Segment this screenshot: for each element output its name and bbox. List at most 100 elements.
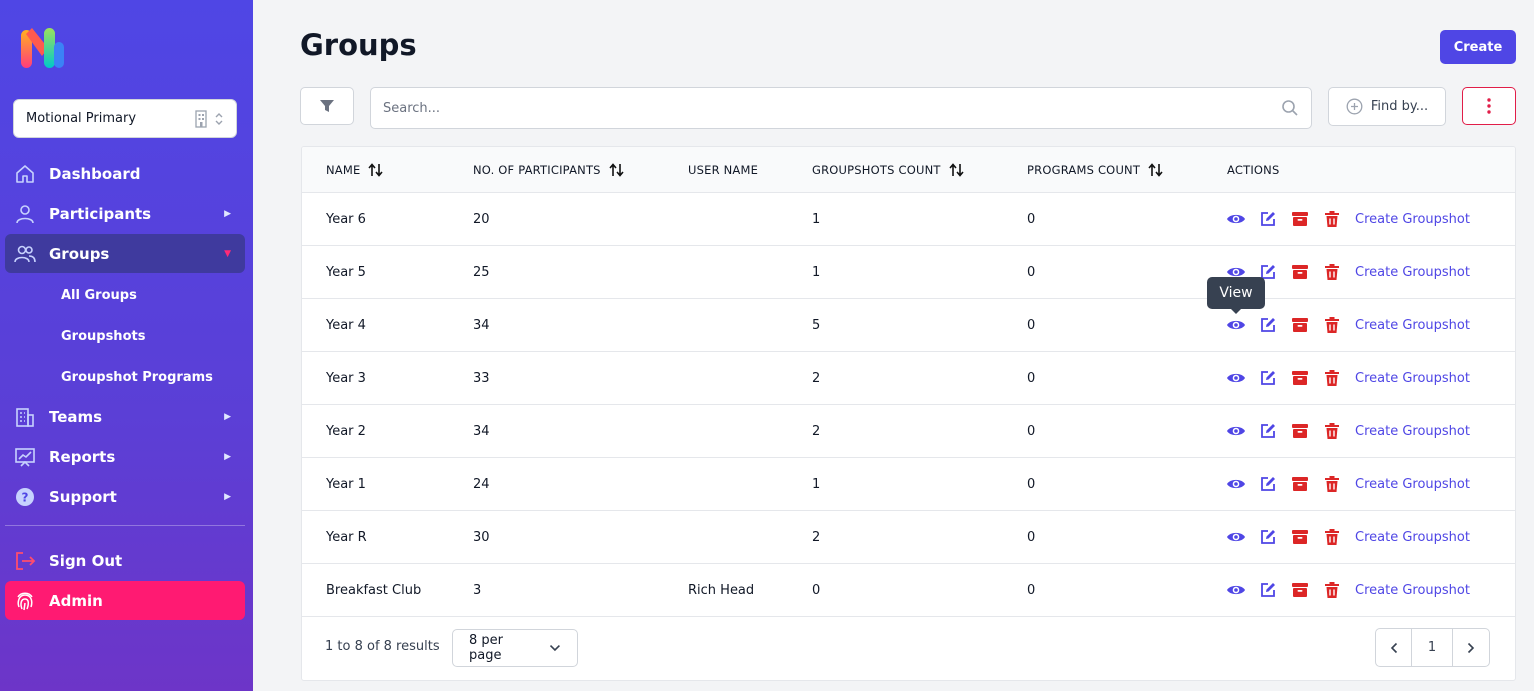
view-icon[interactable]	[1226, 421, 1246, 441]
delete-icon[interactable]	[1322, 580, 1342, 600]
page-number-button[interactable]: 1	[1412, 629, 1453, 666]
sidebar: Motional Primary Dashboard Participants …	[0, 0, 253, 691]
create-groupshot-link[interactable]: Create Groupshot	[1355, 530, 1470, 545]
prev-page-button[interactable]	[1376, 629, 1412, 666]
cell-groupshots-count: 0	[812, 582, 821, 598]
more-options-button[interactable]	[1462, 87, 1516, 125]
cell-groupshots-count: 1	[812, 264, 821, 280]
chevron-right-icon	[1467, 642, 1475, 653]
cell-groupshots-count: 5	[812, 317, 821, 333]
sidebar-subitem-groupshots[interactable]: Groupshots	[61, 329, 145, 344]
motional-logo[interactable]	[20, 26, 66, 70]
create-groupshot-link[interactable]: Create Groupshot	[1355, 583, 1470, 598]
archive-icon[interactable]	[1290, 209, 1310, 229]
create-groupshot-link[interactable]: Create Groupshot	[1355, 212, 1470, 227]
next-page-button[interactable]	[1453, 629, 1489, 666]
row-actions: Create Groupshot	[1226, 352, 1470, 404]
create-groupshot-link[interactable]: Create Groupshot	[1355, 265, 1470, 280]
archive-icon[interactable]	[1290, 474, 1310, 494]
delete-icon[interactable]	[1322, 262, 1342, 282]
cell-name: Year 6	[326, 211, 366, 227]
find-by-label: Find by...	[1370, 99, 1429, 114]
search-bar[interactable]	[370, 87, 1312, 129]
sidebar-item-reports[interactable]: Reports ▶	[5, 437, 245, 476]
search-icon[interactable]	[1281, 99, 1299, 117]
sidebar-item-sign-out[interactable]: Sign Out	[5, 541, 245, 580]
archive-icon[interactable]	[1290, 262, 1310, 282]
column-header-user-name: USER NAME	[688, 163, 759, 177]
chevron-down-icon	[550, 644, 561, 652]
sidebar-item-participants[interactable]: Participants ▶	[5, 194, 245, 233]
create-groupshot-link[interactable]: Create Groupshot	[1355, 477, 1470, 492]
org-selector[interactable]: Motional Primary	[13, 99, 237, 138]
sidebar-item-label: Sign Out	[49, 551, 123, 570]
cell-user-name: Rich Head	[688, 582, 755, 598]
table-row: Year 5 25 1 0 Create Groupshot	[302, 246, 1515, 299]
sort-icon[interactable]	[609, 163, 625, 177]
filter-icon	[320, 100, 334, 112]
edit-icon[interactable]	[1258, 474, 1278, 494]
view-icon[interactable]	[1226, 368, 1246, 388]
sidebar-item-groups[interactable]: Groups ▼	[5, 234, 245, 273]
user-icon	[13, 202, 37, 226]
archive-icon[interactable]	[1290, 527, 1310, 547]
cell-name: Year 3	[326, 370, 366, 386]
column-header-actions: ACTIONS	[1227, 163, 1280, 177]
delete-icon[interactable]	[1322, 315, 1342, 335]
delete-icon[interactable]	[1322, 209, 1342, 229]
sidebar-subitem-all-groups[interactable]: All Groups	[61, 288, 137, 303]
edit-icon[interactable]	[1258, 527, 1278, 547]
sort-icon[interactable]	[368, 163, 384, 177]
sidebar-item-label: Participants	[49, 204, 152, 223]
column-header-participants[interactable]: NO. OF PARTICIPANTS	[473, 147, 625, 193]
fingerprint-icon	[13, 589, 37, 613]
delete-icon[interactable]	[1322, 421, 1342, 441]
cell-name: Year 2	[326, 423, 366, 439]
archive-icon[interactable]	[1290, 368, 1310, 388]
pagination: 1	[1375, 628, 1490, 667]
archive-icon[interactable]	[1290, 315, 1310, 335]
view-icon[interactable]	[1226, 474, 1246, 494]
view-icon[interactable]	[1226, 209, 1246, 229]
sidebar-subitem-groupshot-programs[interactable]: Groupshot Programs	[61, 370, 213, 385]
create-button[interactable]: Create	[1440, 30, 1516, 64]
sidebar-item-admin[interactable]: Admin	[5, 581, 245, 620]
cell-groupshots-count: 2	[812, 423, 821, 439]
per-page-value: 8 per page	[469, 633, 503, 663]
view-icon[interactable]	[1226, 315, 1246, 335]
find-by-button[interactable]: Find by...	[1328, 87, 1446, 126]
column-header-groupshots[interactable]: GROUPSHOTS COUNT	[812, 147, 965, 193]
chevron-left-icon	[1390, 642, 1397, 653]
edit-icon[interactable]	[1258, 580, 1278, 600]
delete-icon[interactable]	[1322, 474, 1342, 494]
building-icon	[13, 405, 37, 429]
edit-icon[interactable]	[1258, 421, 1278, 441]
edit-icon[interactable]	[1258, 368, 1278, 388]
search-input[interactable]	[383, 100, 1281, 116]
delete-icon[interactable]	[1322, 527, 1342, 547]
cell-name: Year R	[326, 529, 367, 545]
per-page-select[interactable]: 8 per page	[452, 629, 578, 667]
sort-icon[interactable]	[1148, 163, 1164, 177]
edit-icon[interactable]	[1258, 209, 1278, 229]
view-tooltip: View	[1207, 277, 1265, 314]
filter-button[interactable]	[300, 87, 354, 125]
archive-icon[interactable]	[1290, 580, 1310, 600]
edit-icon[interactable]	[1258, 315, 1278, 335]
create-groupshot-link[interactable]: Create Groupshot	[1355, 371, 1470, 386]
sort-icon[interactable]	[949, 163, 965, 177]
cell-groupshots-count: 1	[812, 211, 821, 227]
archive-icon[interactable]	[1290, 421, 1310, 441]
view-icon[interactable]	[1226, 527, 1246, 547]
column-header-name[interactable]: NAME	[326, 147, 384, 193]
sidebar-item-teams[interactable]: Teams ▶	[5, 397, 245, 436]
create-groupshot-link[interactable]: Create Groupshot	[1355, 318, 1470, 333]
cell-participants: 30	[473, 529, 490, 545]
view-icon[interactable]	[1226, 580, 1246, 600]
delete-icon[interactable]	[1322, 368, 1342, 388]
sidebar-item-dashboard[interactable]: Dashboard	[5, 154, 245, 193]
sidebar-item-support[interactable]: ? Support ▶	[5, 477, 245, 516]
table-row: Year 6 20 1 0 Create Groupshot	[302, 193, 1515, 246]
column-header-programs[interactable]: PROGRAMS COUNT	[1027, 147, 1164, 193]
create-groupshot-link[interactable]: Create Groupshot	[1355, 424, 1470, 439]
